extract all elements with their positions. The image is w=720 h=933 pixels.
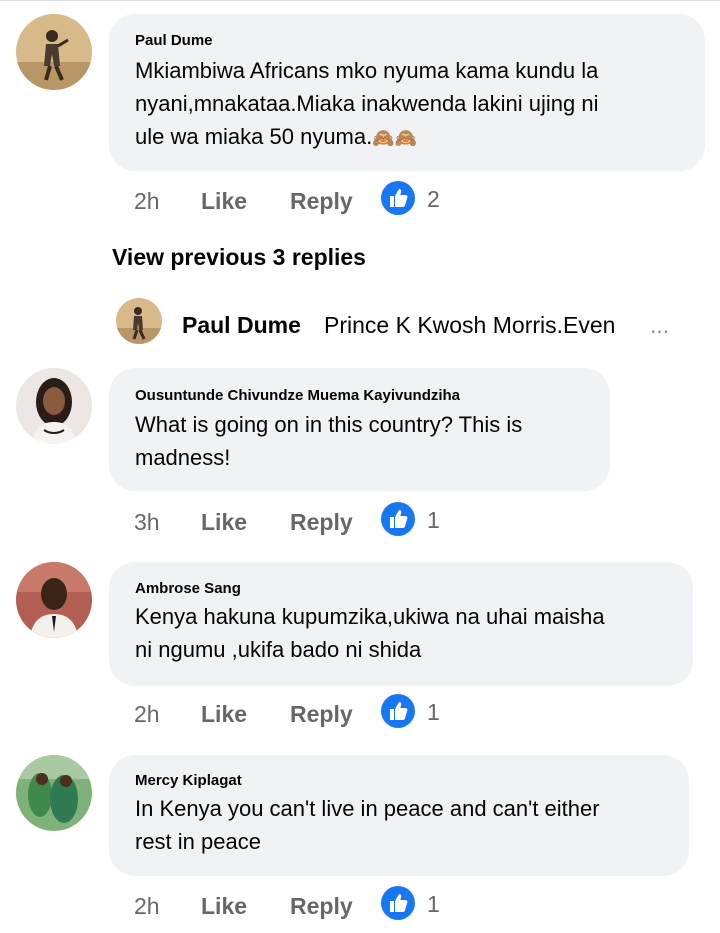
comment-text: Mkiambiwa Africans mko nyuma kama kundu … <box>135 54 599 155</box>
comment-line: madness! <box>135 445 231 470</box>
comment-text: In Kenya you can't live in peace and can… <box>135 792 600 858</box>
comment-author[interactable]: Ousuntunde Chivundze Muema Kayivundziha <box>135 387 460 404</box>
reply-button[interactable]: Reply <box>290 509 353 536</box>
reply-button[interactable]: Reply <box>290 701 353 728</box>
like-count: 1 <box>427 699 440 725</box>
avatar-ambrose-sang[interactable] <box>16 562 92 638</box>
thumbs-up-icon[interactable] <box>380 180 416 216</box>
like-count: 1 <box>427 507 440 533</box>
comment-text: What is going on in this country? This i… <box>135 408 522 474</box>
collapsed-reply-author[interactable]: Paul Dume <box>182 312 301 339</box>
comment-line: In Kenya you can't live in peace and can… <box>135 796 600 821</box>
comment-line: nyani,mnakataa.Miaka inakwenda lakini uj… <box>135 91 599 116</box>
like-button[interactable]: Like <box>201 188 247 215</box>
comment-author[interactable]: Mercy Kiplagat <box>135 772 242 789</box>
comment-actions: 3h Like Reply 1 <box>134 502 464 549</box>
collapsed-reply[interactable]: Paul Dume Prince K Kwosh Morris.Even ... <box>116 298 706 344</box>
comment-line: Kenya hakuna kupumzika,ukiwa na uhai mai… <box>135 604 605 629</box>
like-button[interactable]: Like <box>201 701 247 728</box>
comment-line: ule wa miaka 50 nyuma.🙈🙈 <box>135 120 599 155</box>
comment-author[interactable]: Ambrose Sang <box>135 580 241 597</box>
collapsed-reply-ellipsis: ... <box>650 312 670 338</box>
like-button[interactable]: Like <box>201 509 247 536</box>
comment-author[interactable]: Paul Dume <box>135 32 213 49</box>
comment-actions: 2h Like Reply 2 <box>134 181 464 228</box>
comment-line: What is going on in this country? This i… <box>135 412 523 437</box>
comment-line: rest in peace <box>135 829 261 854</box>
comment-time[interactable]: 2h <box>134 893 160 920</box>
comment-actions: 2h Like Reply 1 <box>134 694 464 741</box>
avatar-mercy-kiplagat[interactable] <box>16 755 92 831</box>
comment-line: Mkiambiwa Africans mko nyuma kama kundu … <box>135 58 599 83</box>
collapsed-reply-snippet: Prince K Kwosh Morris.Even <box>324 312 616 338</box>
comment-bubble[interactable]: Ambrose Sang Kenya hakuna kupumzika,ukiw… <box>109 562 693 686</box>
comment-time[interactable]: 3h <box>134 509 160 536</box>
comment-bubble[interactable]: Mercy Kiplagat In Kenya you can't live i… <box>109 755 689 876</box>
monkey-emoji: 🙈🙈 <box>372 128 418 148</box>
avatar-ousuntunde[interactable] <box>16 368 92 444</box>
like-button[interactable]: Like <box>201 893 247 920</box>
top-divider <box>0 0 720 1</box>
comment-time[interactable]: 2h <box>134 188 160 215</box>
comment-bubble[interactable]: Paul Dume Mkiambiwa Africans mko nyuma k… <box>109 14 705 171</box>
comment-line-text: ule wa miaka 50 nyuma. <box>135 124 373 149</box>
reply-button[interactable]: Reply <box>290 893 353 920</box>
comment-time[interactable]: 2h <box>134 701 160 728</box>
thumbs-up-icon[interactable] <box>380 885 416 921</box>
avatar-paul-dume[interactable] <box>16 14 92 90</box>
comment-bubble[interactable]: Ousuntunde Chivundze Muema Kayivundziha … <box>109 368 610 491</box>
view-previous-replies-link[interactable]: View previous 3 replies <box>112 244 366 271</box>
like-count: 1 <box>427 891 440 917</box>
comment-actions: 2h Like Reply 1 <box>134 886 464 933</box>
like-count: 2 <box>427 186 440 212</box>
thumbs-up-icon[interactable] <box>380 501 416 537</box>
avatar-paul-dume-small[interactable] <box>116 298 162 344</box>
thumbs-up-icon[interactable] <box>380 693 416 729</box>
comment-line: ni ngumu ,ukifa bado ni shida <box>135 637 422 662</box>
comment-text: Kenya hakuna kupumzika,ukiwa na uhai mai… <box>135 600 605 666</box>
reply-button[interactable]: Reply <box>290 188 353 215</box>
